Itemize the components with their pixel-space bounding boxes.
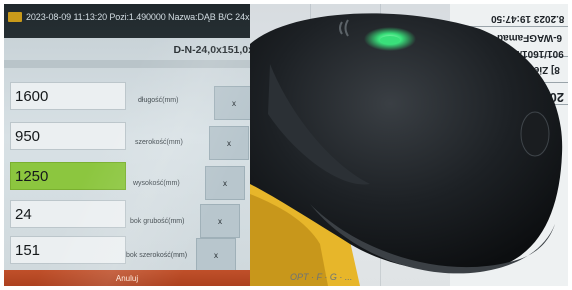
notification-icon: [8, 12, 22, 22]
height-field[interactable]: 1250: [10, 162, 126, 190]
tablet-photo: 2023-08-09 11:13:20 Pozi:1.490000 Nazwa:…: [4, 4, 250, 286]
length-label: długość(mm): [138, 97, 179, 104]
status-text: 2023-08-09 11:13:20 Pozi:1.490000 Nazwa:…: [26, 12, 250, 22]
cancel-button[interactable]: Anuluj: [4, 270, 250, 286]
handwriting: OPT · F · G · ...: [290, 272, 353, 282]
thickness-field[interactable]: 24: [10, 200, 126, 228]
header-divider: [4, 60, 250, 68]
scanner-photo: 8.2023 19:47:50 6-WAGFamad 901/1601/2023…: [250, 4, 568, 286]
clear-length-button[interactable]: x: [214, 86, 250, 120]
clear-height-button[interactable]: x: [205, 166, 245, 200]
indicator-light: [380, 36, 400, 44]
app-screen: D-N-24,0x151,0x 1600 długość(mm) x 950 s…: [4, 38, 250, 286]
length-field[interactable]: 1600: [10, 82, 126, 110]
status-bar: 2023-08-09 11:13:20 Pozi:1.490000 Nazwa:…: [4, 4, 250, 38]
width-field[interactable]: 950: [10, 122, 126, 150]
width-label: szerokość(mm): [135, 139, 183, 146]
side-width-field[interactable]: 151: [10, 236, 126, 264]
brand-logo: [520, 111, 550, 157]
side-width-label: bok szerokość(mm): [126, 252, 188, 259]
clear-thickness-button[interactable]: x: [200, 204, 240, 238]
dimensions-header: D-N-24,0x151,0x: [173, 44, 250, 56]
height-label: wysokość(mm): [133, 180, 180, 187]
clear-side-width-button[interactable]: x: [196, 238, 236, 272]
scanner-illustration: [250, 13, 563, 286]
clear-width-button[interactable]: x: [209, 126, 249, 160]
thickness-label: bok grubość(mm): [130, 218, 185, 225]
